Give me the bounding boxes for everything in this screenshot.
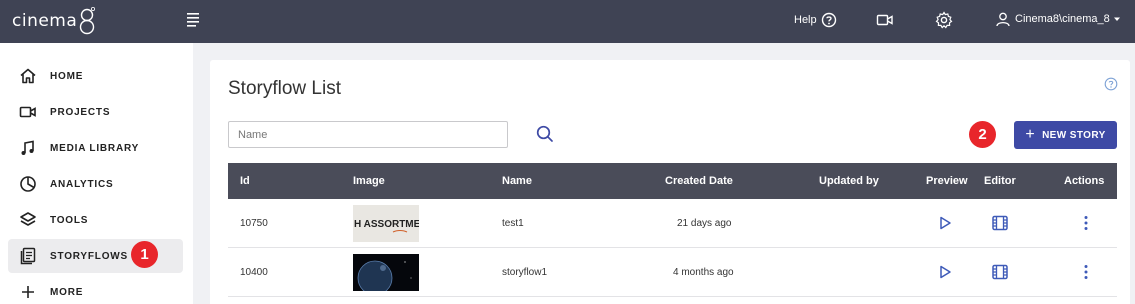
- column-header-name[interactable]: Name: [502, 175, 532, 187]
- user-label: Cinema8\cinema_8: [1015, 13, 1110, 25]
- user-icon: [996, 12, 1010, 27]
- more-actions-icon[interactable]: [1079, 214, 1093, 232]
- video-camera-icon: [19, 106, 36, 118]
- plus-icon: [22, 286, 34, 298]
- sidebar-item-projects[interactable]: PROJECTS: [8, 95, 183, 129]
- chevron-down-icon: [1113, 17, 1120, 21]
- sidebar: HOME PROJECTS MEDIA LIBRARY ANALYTICS TO…: [0, 43, 193, 304]
- pie-chart-icon: [20, 176, 36, 192]
- search-icon[interactable]: [535, 124, 555, 144]
- storyflow-thumbnail: H ASSORTMENT: [353, 205, 419, 242]
- sidebar-item-label: HOME: [50, 70, 84, 82]
- row-created-date: 21 days ago: [677, 218, 732, 229]
- column-header-created-date[interactable]: Created Date: [665, 175, 733, 187]
- new-story-button[interactable]: + NEW STORY: [1014, 121, 1117, 149]
- sidebar-item-label: MORE: [50, 286, 84, 298]
- home-icon: [20, 68, 36, 84]
- editor-film-icon[interactable]: [991, 214, 1009, 232]
- editor-film-icon[interactable]: [991, 263, 1009, 281]
- thumbnail-text: H ASSORTMENT: [354, 219, 419, 230]
- settings-gear-icon[interactable]: [935, 11, 953, 29]
- sidebar-item-media-library[interactable]: MEDIA LIBRARY: [8, 131, 183, 165]
- storyflow-thumbnail: [353, 254, 419, 291]
- column-header-id[interactable]: Id: [240, 175, 250, 187]
- menu-toggle-icon[interactable]: [186, 10, 204, 30]
- new-story-label: NEW STORY: [1042, 129, 1106, 141]
- table-header: Id Image Name Created Date Updated by Pr…: [228, 163, 1117, 199]
- column-header-updated-by[interactable]: Updated by: [819, 175, 879, 187]
- row-created-date: 4 months ago: [673, 267, 734, 278]
- sidebar-item-label: PROJECTS: [50, 106, 111, 118]
- row-name[interactable]: test1: [502, 218, 524, 229]
- table-row[interactable]: 10400 storyflow1 4 months ago: [228, 248, 1117, 297]
- video-camera-icon[interactable]: [876, 11, 894, 29]
- sidebar-item-tools[interactable]: TOOLS: [8, 203, 183, 237]
- music-note-icon: [21, 140, 34, 155]
- column-header-actions: Actions: [1064, 175, 1105, 187]
- row-id: 10750: [240, 218, 268, 229]
- sidebar-item-label: ANALYTICS: [50, 178, 114, 190]
- help-link[interactable]: Help: [794, 12, 837, 28]
- logo-text: cinema: [12, 11, 78, 31]
- help-icon: [821, 12, 836, 28]
- row-id: 10400: [240, 267, 268, 278]
- sidebar-item-more[interactable]: MORE: [8, 275, 183, 304]
- storyflow-icon: [20, 247, 36, 265]
- storyflow-list-card: Storyflow List 2 + NEW STORY Id Image Na…: [210, 60, 1130, 304]
- preview-play-icon[interactable]: [937, 264, 953, 280]
- help-icon[interactable]: [1104, 77, 1118, 91]
- step-badge-1: 1: [131, 241, 158, 268]
- preview-play-icon[interactable]: [937, 215, 953, 231]
- sidebar-item-label: STORYFLOWS: [50, 250, 128, 262]
- column-header-preview: Preview: [926, 175, 968, 187]
- page-title: Storyflow List: [228, 78, 341, 99]
- help-label: Help: [794, 14, 817, 26]
- plus-icon: +: [1025, 126, 1036, 143]
- sidebar-item-home[interactable]: HOME: [8, 59, 183, 93]
- sidebar-item-label: TOOLS: [50, 214, 89, 226]
- cinema8-logo[interactable]: cinema: [12, 4, 96, 38]
- table-row[interactable]: 10750 H ASSORTMENT test1 21 days ago: [228, 199, 1117, 248]
- top-bar: cinema Help Cinema8\cinema_8: [0, 0, 1135, 43]
- sidebar-item-analytics[interactable]: ANALYTICS: [8, 167, 183, 201]
- user-menu[interactable]: Cinema8\cinema_8: [995, 11, 1121, 27]
- step-badge-2: 2: [969, 121, 996, 148]
- name-search-input[interactable]: [228, 121, 508, 148]
- column-header-image: Image: [353, 175, 385, 187]
- logo-eight-mark: [80, 6, 96, 35]
- more-actions-icon[interactable]: [1079, 263, 1093, 281]
- storyflow-table: Id Image Name Created Date Updated by Pr…: [228, 163, 1117, 297]
- column-header-editor: Editor: [984, 175, 1016, 187]
- layers-icon: [20, 212, 36, 226]
- row-name[interactable]: storyflow1: [502, 267, 547, 278]
- sidebar-item-label: MEDIA LIBRARY: [50, 142, 140, 154]
